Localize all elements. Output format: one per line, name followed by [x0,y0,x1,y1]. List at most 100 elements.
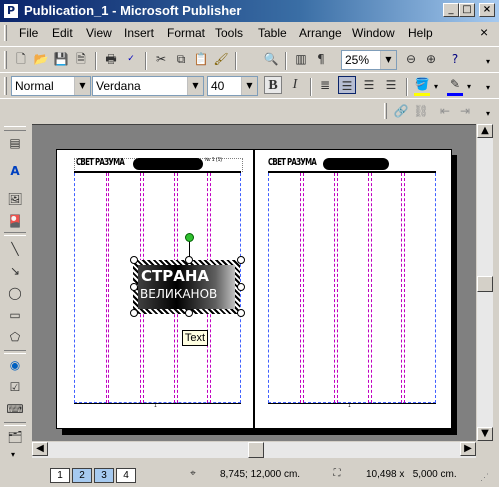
vertical-scroll-thumb[interactable] [477,276,493,292]
zoom-out-icon[interactable]: ⊖ [402,50,420,68]
publication-workspace[interactable]: СВЕТ РАЗУМА № 1 (1) 1 СВЕТ РАЗУМА 1 СТРА… [32,124,476,441]
columns-icon[interactable]: ▥ [292,50,310,68]
form-control-tool-icon[interactable]: ☑ [6,378,24,396]
clip-art-tool-icon[interactable]: 🎴 [6,212,24,230]
hotspot-tool-icon[interactable]: ◉ [6,356,24,374]
align-left-button[interactable]: ☰ [338,76,356,94]
justify-icon[interactable]: ☰ [382,76,400,94]
picture-tool-icon[interactable]: 🖼 [6,190,24,208]
resize-grip-icon[interactable]: ⋰ [480,472,494,484]
page-tab-3[interactable]: 3 [94,468,114,483]
resize-handle[interactable] [130,309,138,317]
rectangle-tool-icon[interactable]: ▭ [6,306,24,324]
resize-handle[interactable] [237,256,245,264]
page-tab-1[interactable]: 1 [50,468,70,483]
font-select[interactable]: Verdana ▼ [92,76,204,96]
chevron-down-icon[interactable]: ▼ [187,77,203,95]
objects-toolbar-grip[interactable] [4,126,26,131]
maximize-button[interactable]: □ [459,3,475,17]
unlink-icon[interactable]: ⛓ [412,102,430,120]
help-icon[interactable]: ? [446,50,464,68]
menu-table[interactable]: Table [258,26,287,40]
menu-insert[interactable]: Insert [124,26,154,40]
menu-grip[interactable] [4,25,7,41]
horizontal-scrollbar[interactable]: ◀ ▶ [32,442,476,458]
open-icon[interactable]: 📂 [32,50,50,68]
publisher-app-icon[interactable]: P [3,3,19,19]
style-select[interactable]: Normal ▼ [11,76,91,96]
resize-handle[interactable] [130,256,138,264]
zoom-preview-icon[interactable]: 🔍 [262,50,280,68]
wordart-tool-icon[interactable]: A [6,162,24,180]
cut-icon[interactable]: ✂ [152,50,170,68]
toolbar-options-icon[interactable]: ▾ [486,57,490,66]
selected-text-box[interactable]: СТРАНА ВЕЛИКАНОВ [138,265,235,309]
html-fragment-tool-icon[interactable]: ⌨ [6,400,24,418]
chevron-down-icon[interactable]: ▼ [380,51,396,69]
next-frame-icon[interactable]: ⇥ [456,102,474,120]
horizontal-scroll-thumb[interactable] [248,442,264,458]
menu-close-icon[interactable]: × [480,24,488,40]
zoom-select[interactable]: 25% ▼ [341,50,397,70]
minimize-button[interactable]: _ [443,3,459,17]
page-tab-2[interactable]: 2 [72,468,92,483]
save-icon[interactable]: 💾 [52,50,70,68]
close-button[interactable]: × [479,3,495,17]
chevron-down-icon[interactable]: ▼ [241,77,257,95]
previous-frame-icon[interactable]: ⇤ [436,102,454,120]
resize-handle[interactable] [185,309,193,317]
menu-view[interactable]: View [86,26,112,40]
toolbar-options-icon[interactable]: ▾ [486,109,490,118]
menu-arrange[interactable]: Arrange [299,26,342,40]
print-preview-icon[interactable]: 🗎 [72,50,90,68]
spelling-icon[interactable]: ✓ [122,50,140,68]
resize-handle[interactable] [237,309,245,317]
menu-window[interactable]: Window [352,26,395,40]
copy-icon[interactable]: ⧉ [172,50,190,68]
resize-handle[interactable] [237,283,245,291]
scroll-right-button[interactable]: ▶ [460,442,476,456]
paste-icon[interactable]: 📋 [192,50,210,68]
page-tab-4[interactable]: 4 [116,468,136,483]
zoom-in-icon[interactable]: ⊕ [422,50,440,68]
chevron-down-icon[interactable]: ▼ [74,77,90,95]
toolbar-options-icon[interactable]: ▾ [486,83,490,92]
oval-tool-icon[interactable]: ◯ [6,284,24,302]
show-marks-icon[interactable]: ¶ [312,50,330,68]
italic-button[interactable]: I [286,76,304,94]
vertical-scrollbar[interactable]: ▲ ▼ [477,124,493,441]
autoshapes-tool-icon[interactable]: ⬠ [6,328,24,346]
menu-format[interactable]: Format [167,26,205,40]
line-tool-icon[interactable]: ╲ [6,240,24,258]
design-gallery-tool-icon[interactable]: 🗂 [6,428,24,446]
connect-toolbar-grip[interactable] [384,103,387,119]
arrow-tool-icon[interactable]: ↘ [6,262,24,280]
scroll-left-button[interactable]: ◀ [32,442,48,456]
new-icon[interactable]: 🗋 [12,50,30,68]
text-box-tool-icon[interactable]: ▤ [6,134,24,152]
menu-file[interactable]: File [19,26,38,40]
menu-edit[interactable]: Edit [52,26,73,40]
format-painter-icon[interactable]: 🖌 [212,50,230,68]
menu-help[interactable]: Help [408,26,433,40]
standard-toolbar-grip[interactable] [4,51,7,69]
rotate-handle[interactable] [185,233,194,242]
toolbar-options-icon[interactable]: ▾ [11,450,15,459]
scroll-up-button[interactable]: ▲ [477,124,493,138]
font-size-select[interactable]: 40 ▼ [207,76,258,96]
link-icon[interactable]: 🔗 [392,102,410,120]
scroll-down-button[interactable]: ▼ [477,427,493,441]
resize-handle[interactable] [130,283,138,291]
chevron-down-icon[interactable]: ▾ [467,82,471,91]
resize-handle[interactable] [185,256,193,264]
right-page[interactable]: СВЕТ РАЗУМА 1 [254,149,452,429]
line-color-icon[interactable]: ✎ [446,75,464,93]
underline-icon[interactable]: ≣ [316,76,334,94]
formatting-toolbar-grip[interactable] [4,77,7,95]
chevron-down-icon[interactable]: ▾ [434,82,438,91]
fill-color-icon[interactable]: 🪣 [413,75,431,93]
bold-button[interactable]: B [264,76,282,94]
menu-tools[interactable]: Tools [215,26,243,40]
align-center-icon[interactable]: ☰ [360,76,378,94]
print-icon[interactable]: 🖶 [102,50,120,68]
